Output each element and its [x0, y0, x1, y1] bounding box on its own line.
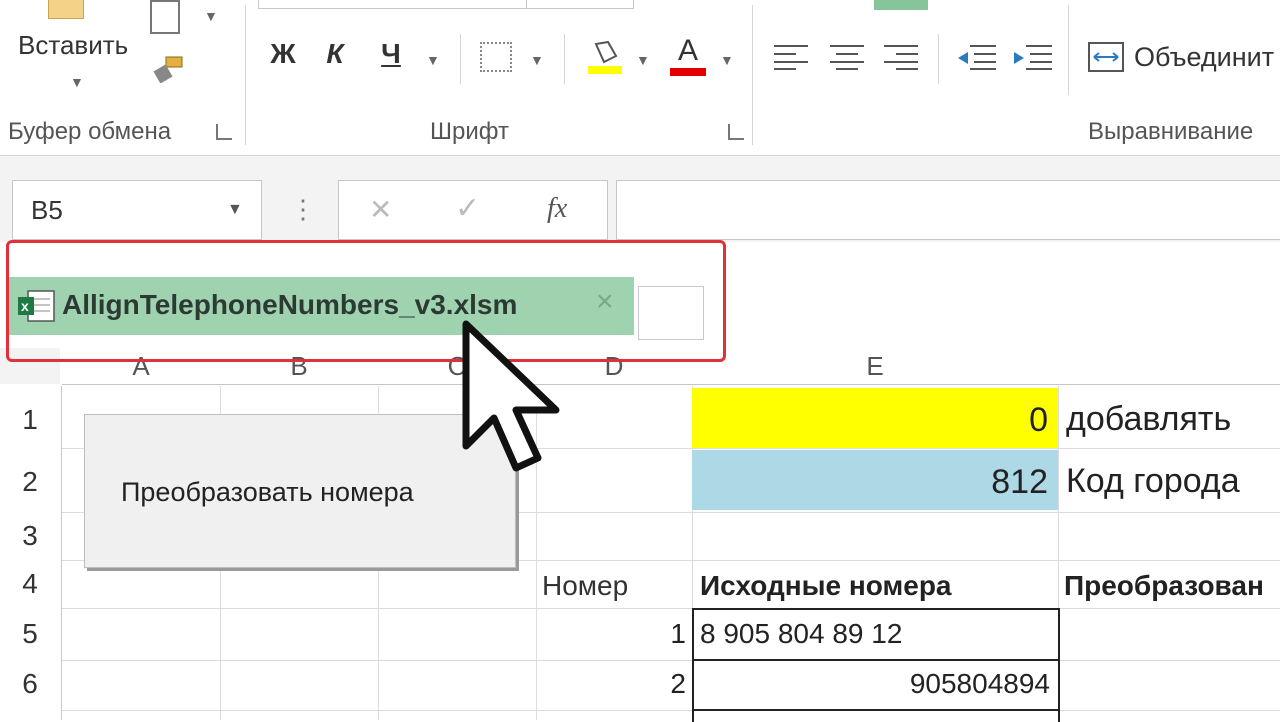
- align-divider: [1068, 5, 1069, 95]
- decrease-indent-icon[interactable]: [956, 44, 996, 70]
- convert-numbers-button[interactable]: Преобразовать номера: [84, 414, 516, 568]
- annotation-highlight-box: [6, 240, 726, 362]
- gridline: [62, 710, 1280, 711]
- gridline: [62, 660, 1280, 661]
- font-size-box[interactable]: [526, 0, 634, 9]
- paste-dropdown-icon[interactable]: ▼: [70, 74, 84, 90]
- cell-d5[interactable]: 1: [536, 618, 686, 650]
- font-launcher-icon[interactable]: [728, 124, 744, 140]
- align-divider: [938, 34, 939, 84]
- gridline: [62, 608, 1280, 609]
- font-divider: [460, 34, 461, 84]
- row-header-2[interactable]: 2: [0, 466, 60, 498]
- copy-icon[interactable]: [150, 0, 180, 34]
- more-icon[interactable]: ⋮: [290, 194, 316, 225]
- cell-f1[interactable]: добавлять: [1066, 400, 1231, 439]
- insert-function-icon[interactable]: fx: [547, 193, 567, 225]
- increase-indent-icon[interactable]: [1012, 44, 1052, 70]
- copy-dropdown-icon[interactable]: ▼: [204, 8, 218, 24]
- cell-f2[interactable]: Код города: [1066, 462, 1240, 501]
- format-painter-icon[interactable]: [152, 55, 186, 84]
- cell-e2[interactable]: 812: [692, 450, 1058, 510]
- column-header-e[interactable]: E: [692, 348, 1058, 384]
- fill-color-icon[interactable]: [588, 38, 622, 74]
- align-left-icon[interactable]: [774, 44, 808, 70]
- row-header-4[interactable]: 4: [0, 568, 60, 600]
- cell-d4[interactable]: Номер: [542, 570, 628, 602]
- font-color-bar: [670, 68, 706, 76]
- italic-button[interactable]: К: [320, 38, 350, 70]
- font-color-icon[interactable]: A: [670, 36, 706, 76]
- cell-d6[interactable]: 2: [536, 668, 686, 700]
- cell-e6[interactable]: 905804894: [692, 668, 1050, 700]
- cell-e4[interactable]: Исходные номера: [700, 570, 952, 602]
- paste-button[interactable]: Вставить: [18, 30, 128, 61]
- alignment-group-label: Выравнивание: [1088, 118, 1254, 145]
- paste-icon[interactable]: [48, 0, 84, 19]
- fill-color-bar: [588, 66, 622, 74]
- borders-dropdown-icon[interactable]: ▼: [530, 52, 544, 68]
- cell-e1[interactable]: 0: [692, 388, 1058, 448]
- font-divider: [564, 34, 565, 84]
- fill-color-dropdown-icon[interactable]: ▼: [636, 52, 650, 68]
- borders-icon[interactable]: [480, 42, 512, 72]
- ribbon-divider: [245, 5, 246, 145]
- clipboard-group-label: Буфер обмена: [8, 118, 172, 145]
- merge-icon[interactable]: [1088, 42, 1124, 72]
- enter-icon[interactable]: ✓: [455, 191, 480, 226]
- formula-buttons-box: ✕ ✓ fx: [338, 180, 608, 240]
- clipboard-launcher-icon[interactable]: [216, 124, 232, 140]
- ribbon: Вставить ▼ ▼ Буфер обмена Ж К Ч ▼ ▼ ▼ A …: [0, 0, 1280, 156]
- name-box-dropdown-icon[interactable]: ▼: [227, 201, 243, 219]
- mouse-pointer-icon: [458, 318, 568, 478]
- row-header-1[interactable]: 1: [0, 404, 60, 436]
- font-group-label: Шрифт: [430, 118, 509, 145]
- table-row-divider: [692, 709, 1058, 711]
- formula-bar: B5 ▼ ⋮ ✕ ✓ fx: [0, 156, 1280, 242]
- font-name-box[interactable]: [258, 0, 528, 9]
- align-right-icon[interactable]: [884, 44, 918, 70]
- cancel-icon[interactable]: ✕: [369, 193, 392, 226]
- table-row-divider: [692, 659, 1058, 661]
- name-box[interactable]: B5 ▼: [12, 180, 262, 240]
- name-box-value: B5: [31, 195, 63, 225]
- font-color-dropdown-icon[interactable]: ▼: [720, 52, 734, 68]
- row-header-5[interactable]: 5: [0, 618, 60, 650]
- row-header-6[interactable]: 6: [0, 668, 60, 700]
- cell-e1-value: 0: [1029, 401, 1048, 439]
- underline-dropdown-icon[interactable]: ▼: [426, 52, 440, 68]
- cell-e5[interactable]: 8 905 804 89 12: [700, 618, 902, 650]
- bold-button[interactable]: Ж: [266, 38, 300, 70]
- formula-input[interactable]: [616, 180, 1280, 240]
- ribbon-green-tab: [874, 0, 928, 10]
- underline-button[interactable]: Ч: [374, 38, 408, 70]
- cell-f4[interactable]: Преобразован: [1064, 570, 1264, 602]
- cell-e2-value: 812: [991, 463, 1048, 501]
- convert-numbers-button-label: Преобразовать номера: [121, 477, 414, 507]
- merge-button[interactable]: Объединит: [1134, 42, 1274, 73]
- row-header-3[interactable]: 3: [0, 520, 60, 552]
- align-center-icon[interactable]: [830, 44, 864, 70]
- ribbon-divider: [752, 5, 753, 145]
